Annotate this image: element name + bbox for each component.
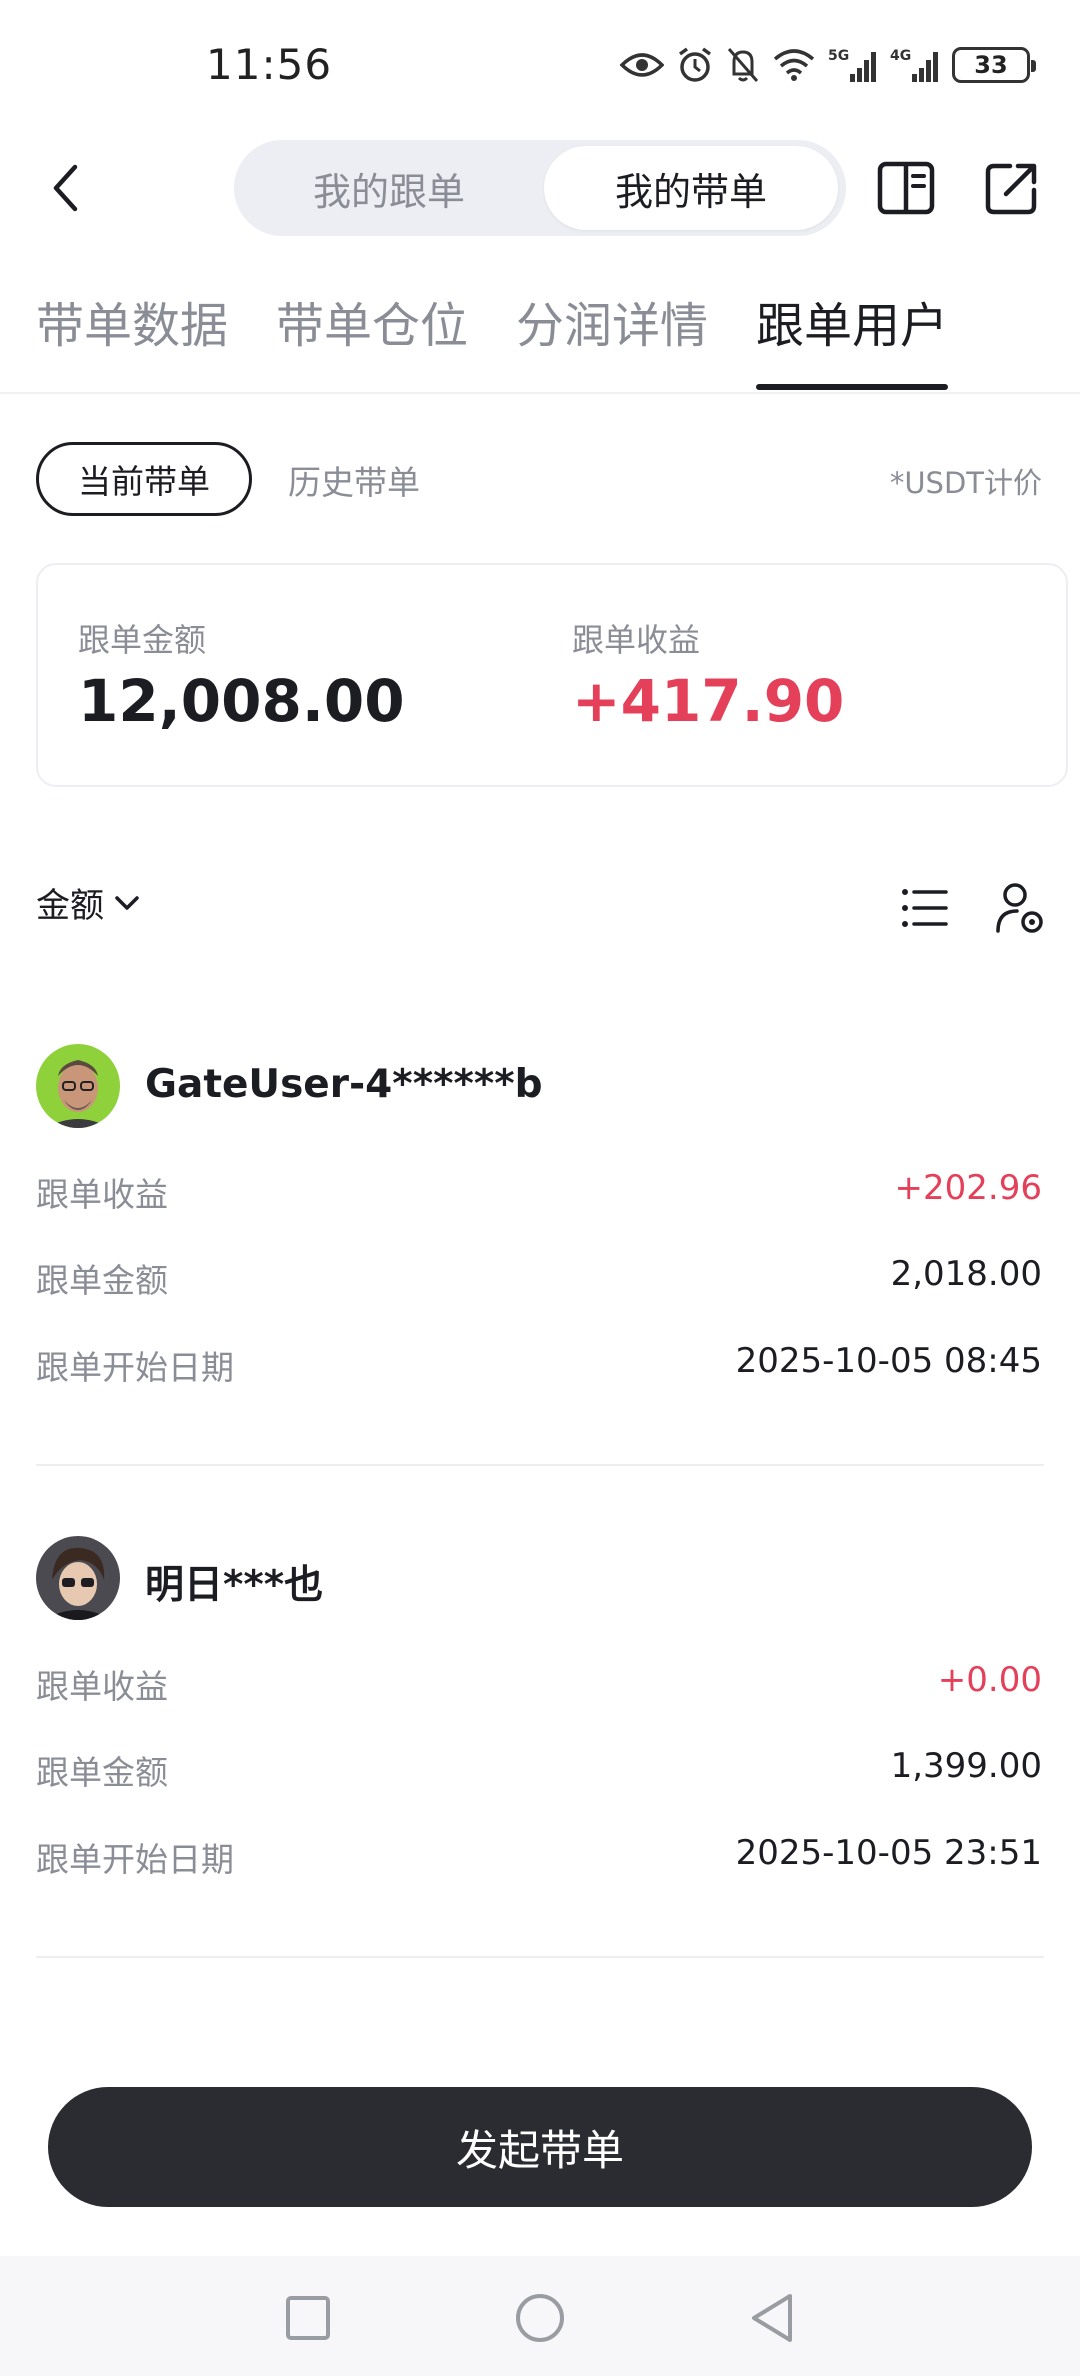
start-date-value: 2025-10-05 08:45 — [735, 1341, 1042, 1381]
divider — [36, 1956, 1044, 1958]
alarm-icon — [678, 47, 712, 82]
divider — [36, 1464, 1044, 1466]
tab-profit-share[interactable]: 分润详情 — [516, 286, 708, 356]
system-nav-bar — [0, 2256, 1080, 2376]
tab-lead-data[interactable]: 带单数据 — [36, 286, 228, 356]
svg-text:4G: 4G — [890, 48, 911, 64]
follower-name: GateUser-4******b — [145, 1062, 543, 1107]
segment-my-leading[interactable]: 我的带单 — [544, 146, 838, 230]
total-amount-value: 12,008.00 — [78, 667, 405, 735]
summary-card: 跟单金额 12,008.00 跟单收益 +417.90 — [36, 563, 1068, 787]
battery-icon: 33 — [952, 47, 1036, 83]
active-tab-indicator — [756, 384, 948, 390]
start-date-label: 跟单开始日期 — [36, 1840, 234, 1879]
filter-current-button[interactable]: 当前带单 — [36, 442, 252, 516]
chevron-down-icon — [115, 895, 139, 910]
start-leading-button[interactable]: 发起带单 — [48, 2087, 1032, 2207]
total-profit-value: +417.90 — [572, 667, 845, 735]
profit-value: +202.96 — [894, 1168, 1042, 1208]
avatar — [36, 1536, 120, 1620]
amount-label: 跟单金额 — [36, 1261, 168, 1300]
amount-label: 跟单金额 — [36, 1753, 168, 1792]
back-icon — [53, 164, 78, 212]
user-settings-button[interactable] — [990, 878, 1050, 938]
tab-lead-positions[interactable]: 带单仓位 — [276, 286, 468, 356]
sort-dropdown[interactable]: 金额 — [36, 878, 140, 927]
mode-segmented-control: 我的跟单 我的带单 — [234, 140, 846, 236]
follower-name: 明日***也 — [145, 1563, 324, 1608]
filter-history-button[interactable]: 历史带单 — [288, 456, 420, 504]
share-icon — [985, 163, 1037, 215]
home-button[interactable] — [508, 2286, 572, 2350]
total-amount-label: 跟单金额 — [78, 621, 207, 659]
sort-label: 金额 — [36, 886, 104, 926]
amount-value: 1,399.00 — [890, 1746, 1042, 1786]
user-settings-icon — [996, 883, 1043, 933]
wifi-icon — [773, 49, 815, 81]
guide-button[interactable] — [876, 158, 936, 218]
currency-note: *USDT计价 — [889, 466, 1042, 500]
share-button[interactable] — [982, 158, 1042, 218]
profit-label: 跟单收益 — [36, 1175, 168, 1214]
status-icons: 5G 4G 33 — [620, 46, 1036, 84]
home-icon — [516, 2294, 564, 2342]
eye-icon — [620, 53, 664, 77]
profit-value: +0.00 — [937, 1660, 1042, 1700]
avatar — [36, 1044, 120, 1128]
list-view-button[interactable] — [894, 878, 954, 938]
signal-5g-icon: 5G — [828, 48, 876, 82]
mute-icon — [727, 48, 759, 82]
book-icon — [877, 161, 935, 215]
profit-label: 跟单收益 — [36, 1667, 168, 1706]
start-date-value: 2025-10-05 23:51 — [735, 1833, 1042, 1873]
start-date-label: 跟单开始日期 — [36, 1348, 234, 1387]
signal-4g-icon: 4G — [890, 48, 938, 82]
back-nav-icon — [752, 2294, 792, 2342]
system-back-button[interactable] — [740, 2286, 804, 2350]
status-bar: 11:56 5G 4G 33 — [0, 0, 1080, 130]
svg-text:5G: 5G — [828, 48, 849, 64]
total-profit-label: 跟单收益 — [572, 621, 701, 659]
battery-level: 33 — [974, 51, 1008, 79]
tab-followers[interactable]: 跟单用户 — [756, 286, 948, 356]
status-time: 11:56 — [206, 40, 333, 89]
amount-value: 2,018.00 — [890, 1254, 1042, 1294]
section-tabs: 带单数据 带单仓位 分润详情 跟单用户 — [0, 270, 1080, 394]
back-button[interactable] — [40, 156, 90, 220]
recent-apps-icon — [286, 2296, 330, 2340]
list-icon — [902, 889, 948, 927]
segment-my-following[interactable]: 我的跟单 — [242, 146, 536, 230]
recent-apps-button[interactable] — [276, 2286, 340, 2350]
